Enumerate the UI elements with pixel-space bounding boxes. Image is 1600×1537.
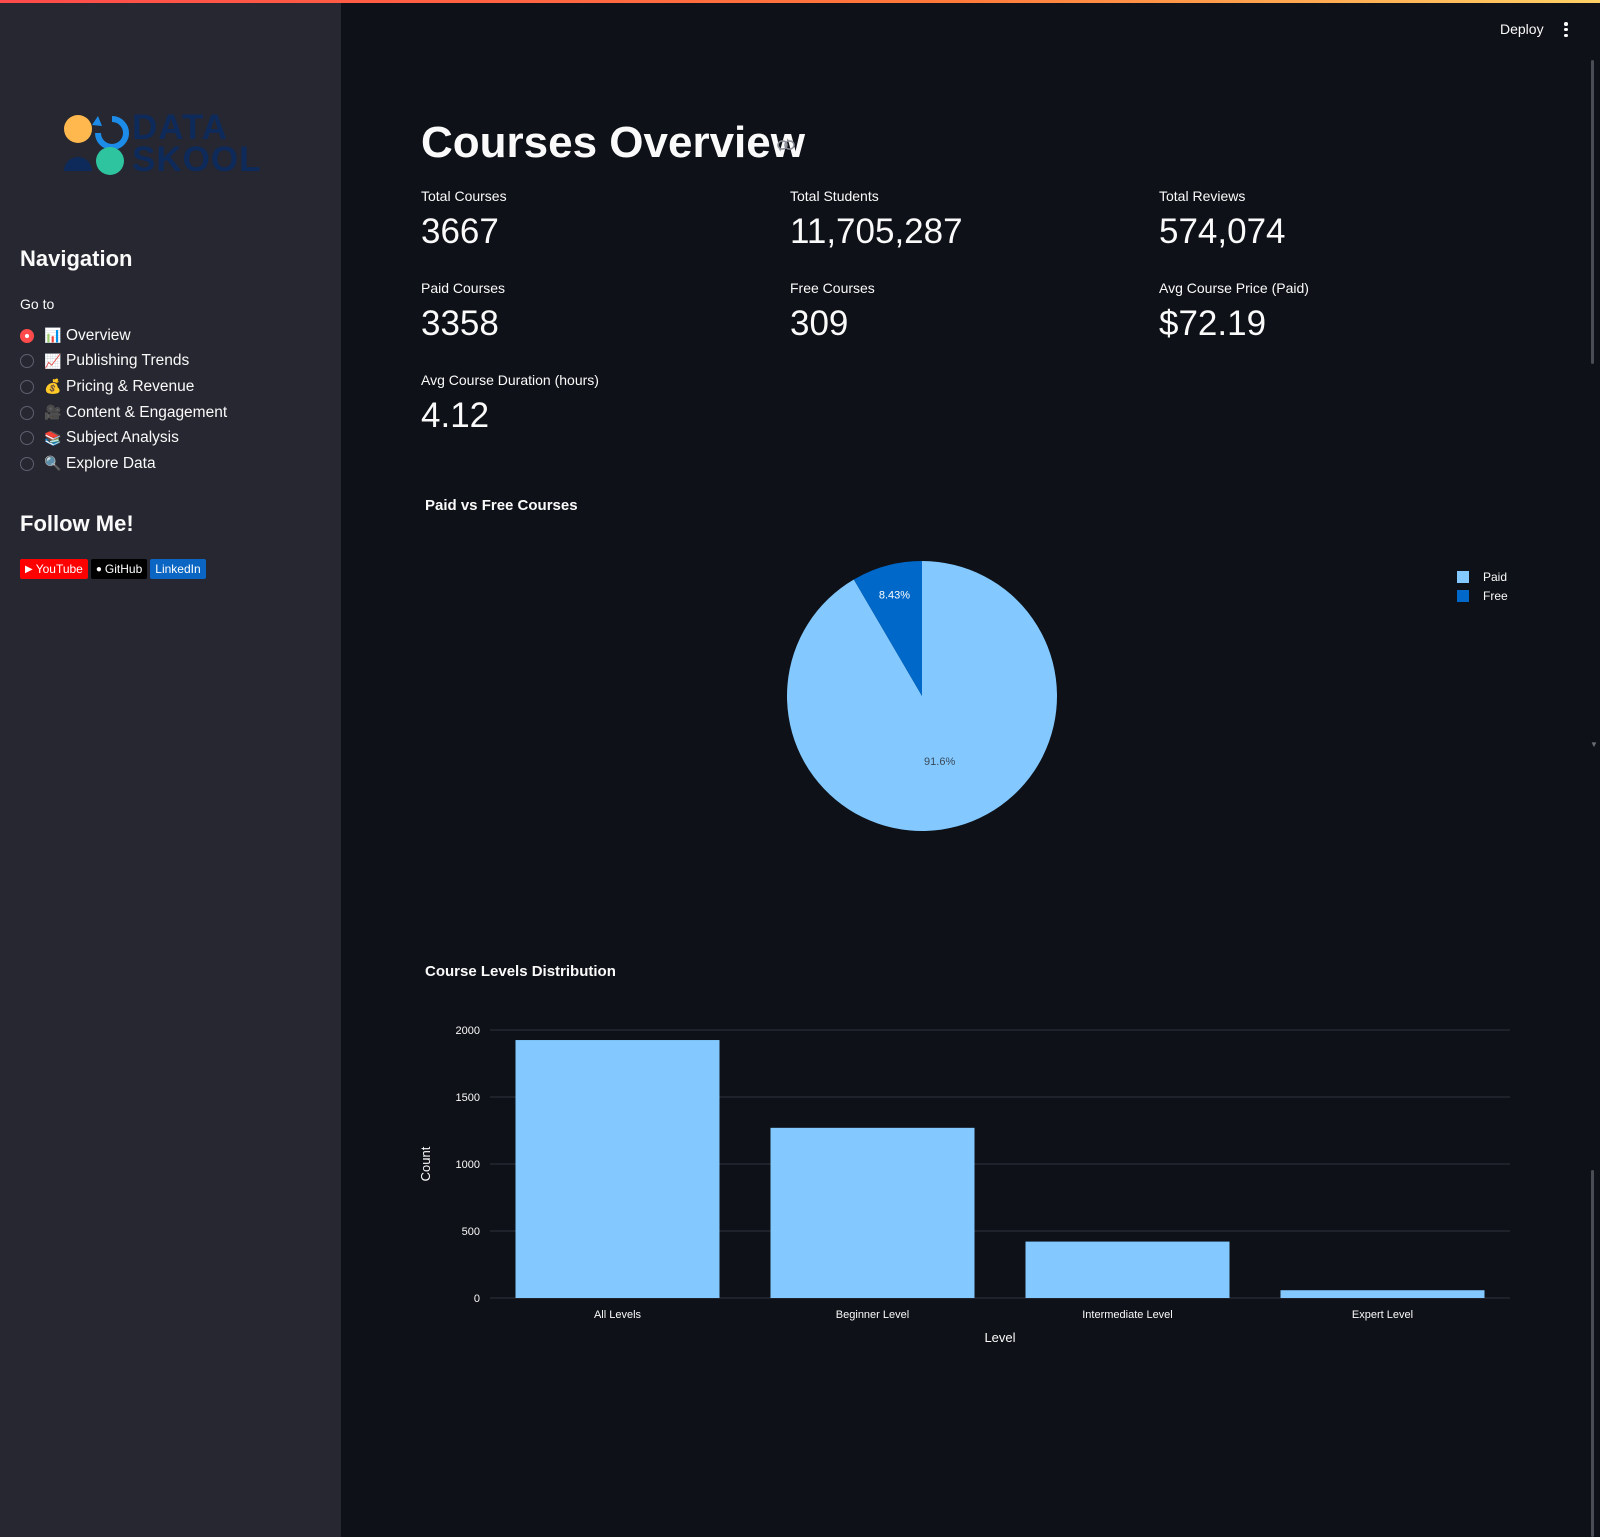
page-title: Courses Overview [421,118,805,167]
metric-label: Total Students [790,188,879,204]
logo-text-line2: SKOOL [132,140,262,179]
bar-expert-level[interactable] [1280,1290,1485,1298]
y-tick-label: 2000 [456,1025,480,1037]
nav-item-label: Subject Analysis [66,429,179,447]
bar-intermediate-level[interactable] [1025,1241,1230,1298]
x-tick-label: Intermediate Level [1082,1309,1173,1321]
youtube-icon: ▶ [25,563,33,575]
metric-label: Avg Course Price (Paid) [1159,280,1309,296]
pie-chart-title: Paid vs Free Courses [425,497,578,514]
x-axis-label: Level [984,1330,1015,1345]
bar-chart-icon: 📊 [44,327,62,344]
radio-button[interactable] [20,379,34,394]
legend-label: Paid [1483,569,1508,584]
metric-paid-courses: Paid Courses 3358 [421,280,505,344]
social-badges: ▶ YouTube ● GitHub LinkedIn [20,559,206,579]
bar-beginner-level[interactable] [770,1127,975,1298]
metric-value: $72.19 [1159,304,1267,343]
legend-item-paid[interactable]: Paid [1457,567,1508,587]
legend-swatch [1457,590,1469,603]
metric-total-courses: Total Courses 3667 [421,188,507,252]
legend-item-free[interactable]: Free [1457,587,1508,607]
video-camera-icon: 🎥 [44,404,62,421]
anchor-link-icon[interactable] [777,139,795,151]
nav-item-content-engagement[interactable]: 🎥 Content & Engagement [20,400,227,426]
radio-button[interactable] [20,354,34,369]
y-tick-label: 500 [462,1226,480,1238]
youtube-badge[interactable]: ▶ YouTube [20,559,88,579]
y-tick-label: 1500 [456,1092,480,1104]
legend-label: Free [1483,589,1508,604]
nav-item-label: Content & Engagement [66,403,228,421]
metric-label: Total Courses [421,188,507,204]
youtube-badge-label: YouTube [35,562,83,576]
github-icon: ● [95,563,102,575]
nav-item-label: Pricing & Revenue [66,377,195,395]
scrollbar-thumb-lower[interactable] [1591,1170,1594,1537]
metric-value: 309 [790,304,849,343]
radio-button[interactable] [20,405,34,420]
nav-item-subject-analysis[interactable]: 📚 Subject Analysis [20,425,227,451]
pie-legend: Paid Free [1457,567,1508,606]
follow-me-heading: Follow Me! [20,511,134,536]
x-tick-label: All Levels [594,1309,642,1321]
radio-button[interactable] [20,431,34,446]
y-axis-label: Count [420,1146,433,1181]
books-icon: 📚 [44,429,62,446]
github-badge-label: GitHub [104,562,143,576]
metric-value: 3667 [421,212,499,251]
goto-label: Go to [20,296,55,312]
x-tick-label: Expert Level [1352,1309,1413,1321]
metric-avg-course-price: Avg Course Price (Paid) $72.19 [1159,280,1309,344]
metric-avg-course-duration: Avg Course Duration (hours) 4.12 [421,372,599,436]
radio-button[interactable] [20,456,34,471]
scrollbar-thumb[interactable] [1591,60,1594,364]
metric-value: 3358 [421,304,499,343]
metric-value: 4.12 [421,396,490,435]
linkedin-badge[interactable]: LinkedIn [150,559,206,579]
bar-all-levels[interactable] [515,1040,720,1298]
sidebar: DATA SKOOL Navigation Go to 📊 Overview 📈… [0,3,341,1537]
linkedin-badge-label: LinkedIn [155,562,201,576]
pie-slice-label: 8.43% [879,589,910,601]
legend-swatch [1457,570,1469,583]
pie-chart[interactable]: 91.6% 8.43% [786,560,1058,832]
logo-mark-icon [64,115,129,175]
scroll-down-arrow-icon[interactable]: ▼ [1590,740,1598,749]
metric-label: Free Courses [790,280,875,296]
metric-total-reviews: Total Reviews 574,074 [1159,188,1286,252]
money-bag-icon: 💰 [44,378,62,395]
nav-item-pricing-revenue[interactable]: 💰 Pricing & Revenue [20,374,227,400]
metric-label: Avg Course Duration (hours) [421,372,599,388]
magnifier-icon: 🔍 [44,455,62,472]
nav-item-publishing-trends[interactable]: 📈 Publishing Trends [20,349,227,375]
nav-item-explore-data[interactable]: 🔍 Explore Data [20,451,227,477]
metric-value: 11,705,287 [790,212,963,251]
nav-item-overview[interactable]: 📊 Overview [20,323,227,349]
pie-slice-label: 91.6% [924,756,955,768]
metric-free-courses: Free Courses 309 [790,280,875,344]
metric-label: Paid Courses [421,280,506,296]
dataskool-logo: DATA SKOOL [62,110,282,181]
metric-value: 574,074 [1159,212,1286,251]
main-menu-kebab-icon[interactable] [1561,20,1571,40]
nav-item-label: Publishing Trends [66,352,190,370]
y-tick-label: 0 [474,1293,480,1305]
nav-item-label: Explore Data [66,454,156,472]
bar-chart[interactable]: 0 500 1000 1500 2000 All Levels Beginner Level… [420,1010,1520,1350]
navigation-heading: Navigation [20,246,133,271]
deploy-button[interactable]: Deploy [1500,21,1544,37]
bar-chart-title: Course Levels Distribution [425,963,616,980]
x-tick-label: Beginner Level [836,1309,909,1321]
trend-chart-icon: 📈 [44,352,62,369]
y-tick-label: 1000 [456,1159,480,1171]
nav-item-label: Overview [66,326,131,344]
github-badge[interactable]: ● GitHub [90,559,148,579]
navigation-radio-group: 📊 Overview 📈 Publishing Trends 💰 Pricing… [20,323,227,477]
metric-label: Total Reviews [1159,188,1246,204]
metric-total-students: Total Students 11,705,287 [790,188,963,252]
radio-button-selected[interactable] [20,328,34,343]
